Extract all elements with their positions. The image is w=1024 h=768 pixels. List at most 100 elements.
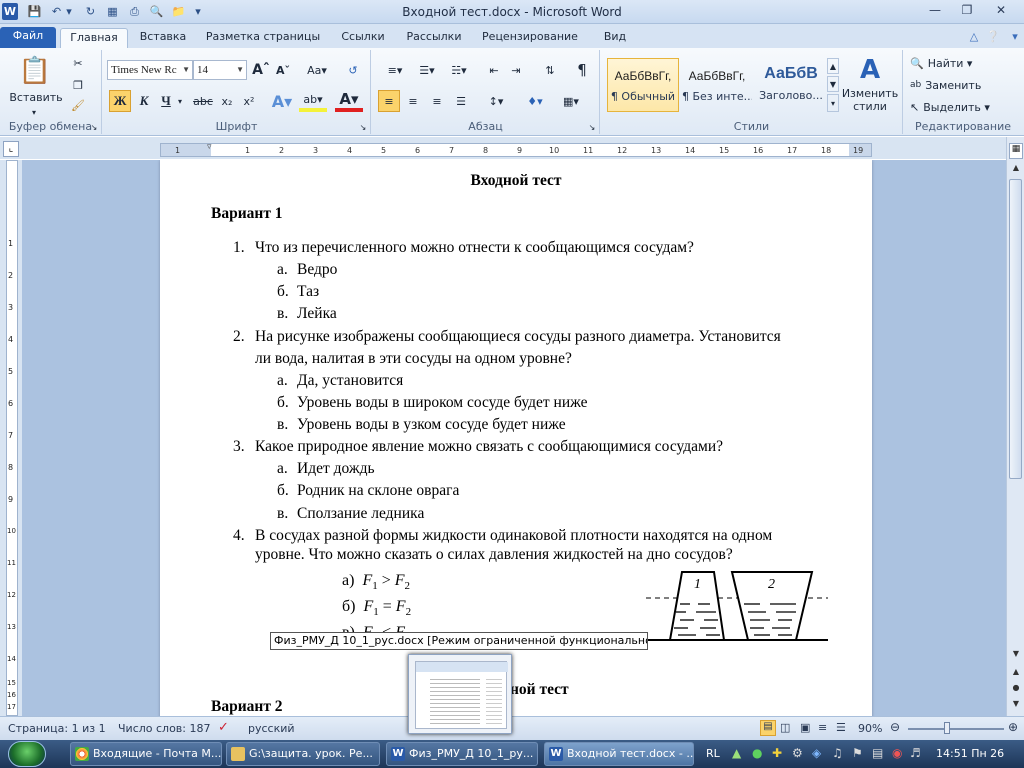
tray-volume-icon[interactable]: ♬ [910, 746, 921, 760]
tab-insert[interactable]: Вставка [134, 28, 192, 48]
tray-bluetooth-icon[interactable]: ◈ [812, 746, 821, 760]
taskbar-item-folder[interactable]: G:\защита. урок. Ре... [226, 742, 380, 766]
show-formatting-icon[interactable]: ¶ [572, 60, 592, 80]
web-layout-icon[interactable]: ▣ [800, 721, 810, 734]
multilevel-list-icon[interactable]: ☵▾ [444, 60, 474, 80]
view-ruler-toggle-icon[interactable]: ▦ [1009, 143, 1023, 159]
close-button[interactable]: ✕ [986, 1, 1016, 20]
language[interactable]: русский [248, 722, 295, 735]
replace-button[interactable]: ab Заменить [910, 76, 1010, 94]
proofing-icon[interactable]: ✓ [218, 720, 229, 735]
tab-references[interactable]: Ссылки [334, 28, 392, 48]
font-name-combo[interactable]: Times New Rc ▼ [107, 60, 193, 80]
ribbon-options-icon[interactable]: ▾ [1008, 28, 1022, 48]
tab-view[interactable]: Вид [594, 28, 636, 48]
clear-formatting-icon[interactable]: ↺ [343, 60, 363, 80]
print-layout-icon[interactable]: ▤ [760, 720, 776, 736]
zoom-in-icon[interactable]: ⊕ [1008, 720, 1018, 734]
outline-icon[interactable]: ≡ [818, 721, 827, 734]
taskbar-item-mail[interactable]: Входящие - Почта M... [70, 742, 222, 766]
tray-messenger-icon[interactable]: ● [752, 746, 762, 760]
full-screen-reading-icon[interactable]: ◫ [780, 721, 790, 734]
sort-icon[interactable]: ⇅ [540, 60, 560, 80]
tab-page-layout[interactable]: Разметка страницы [198, 28, 328, 48]
font-color-icon[interactable]: A▾ [335, 90, 363, 112]
taskbar-item-word-doc-2[interactable]: W Входной тест.docx - ... [544, 742, 694, 766]
find-button[interactable]: 🔍 Найти ▾ [910, 54, 1010, 72]
text-effects-icon[interactable]: A▾ [269, 90, 295, 112]
change-styles-icon[interactable]: A [843, 54, 897, 86]
horizontal-ruler[interactable]: 1 1 2 3 4 5 6 7 8 9 10 11 12 13 14 15 16… [160, 142, 872, 157]
language-indicator[interactable]: RL [706, 747, 720, 760]
change-case-button[interactable]: Aa ▾ [303, 60, 331, 80]
tray-speaker-icon[interactable]: ♫ [832, 746, 843, 760]
bullets-icon[interactable]: ≡▾ [380, 60, 410, 80]
style-heading[interactable]: АаБбВ Заголово... [755, 58, 827, 112]
tray-monitor-icon[interactable]: ▤ [872, 746, 883, 760]
clipboard-launcher-icon[interactable]: ↘ [89, 122, 99, 132]
styles-scroll-down-icon[interactable]: ▼ [827, 76, 839, 92]
word-count[interactable]: Число слов: 187 [118, 722, 211, 735]
tray-usb-icon[interactable]: ⚙ [792, 746, 803, 760]
draft-icon[interactable]: ☰ [836, 721, 846, 734]
justify-icon[interactable]: ☰ [450, 90, 472, 112]
zoom-out-icon[interactable]: ⊖ [890, 720, 900, 734]
start-button[interactable] [8, 741, 46, 767]
window-thumbnail-preview[interactable] [408, 654, 512, 734]
borders-icon[interactable]: ▦▾ [556, 90, 586, 112]
shrink-font-icon[interactable]: Aˇ [273, 60, 293, 80]
taskbar-item-word-doc-1[interactable]: W Физ_РМУ_Д 10_1_ру... [386, 742, 538, 766]
prev-page-icon[interactable]: ▲ [1009, 667, 1023, 681]
tab-selector-icon[interactable]: ⌞ [3, 141, 19, 157]
tray-network-icon[interactable]: ▲ [732, 746, 741, 760]
vertical-scrollbar[interactable]: ▦ ▲ ▼ ▲ ● ▼ [1006, 137, 1024, 716]
font-launcher-icon[interactable]: ↘ [358, 122, 368, 132]
line-spacing-icon[interactable]: ↕▾ [482, 90, 510, 112]
page-count[interactable]: Страница: 1 из 1 [8, 722, 106, 735]
highlight-icon[interactable]: ab▾ [299, 90, 327, 112]
paste-icon[interactable]: 📋 [10, 54, 60, 88]
change-styles-button[interactable]: Изменить стили [841, 86, 899, 114]
tab-mailings[interactable]: Рассылки [400, 28, 468, 48]
styles-more-icon[interactable]: ▾ [827, 94, 839, 112]
next-page-icon[interactable]: ▼ [1009, 699, 1023, 713]
tray-skype-icon[interactable]: ◉ [892, 746, 902, 760]
font-size-combo[interactable]: 14 ▼ [193, 60, 247, 80]
align-left-icon[interactable]: ≡ [378, 90, 400, 112]
superscript-button[interactable]: x² [239, 90, 259, 112]
tab-review[interactable]: Рецензирование [474, 28, 586, 48]
copy-icon[interactable]: ❐ [68, 76, 88, 94]
paste-button[interactable]: Вставить [6, 90, 66, 104]
underline-button[interactable]: Ч [157, 90, 175, 112]
align-center-icon[interactable]: ≡ [402, 90, 424, 112]
align-right-icon[interactable]: ≡ [426, 90, 448, 112]
italic-button[interactable]: К [133, 90, 155, 112]
tray-flag-icon[interactable]: ⚑ [852, 746, 863, 760]
scroll-up-icon[interactable]: ▲ [1009, 163, 1023, 177]
subscript-button[interactable]: x₂ [217, 90, 237, 112]
select-button[interactable]: ↖ Выделить ▾ [910, 98, 1010, 116]
help-icon[interactable]: ❔ [984, 28, 1002, 48]
paste-dropdown-icon[interactable]: ▾ [24, 106, 44, 118]
style-normal[interactable]: АаБбВвГг, ¶ Обычный [607, 58, 679, 112]
tray-antivirus-icon[interactable]: ✚ [772, 746, 782, 760]
cut-icon[interactable]: ✂ [68, 54, 88, 72]
tab-file[interactable]: Файл [0, 27, 56, 48]
strikethrough-button[interactable]: abc [191, 90, 215, 112]
paragraph-launcher-icon[interactable]: ↘ [587, 122, 597, 132]
browse-object-icon[interactable]: ● [1009, 683, 1023, 697]
shading-icon[interactable]: ♦▾ [520, 90, 550, 112]
vertical-ruler[interactable]: 1 2 3 4 5 6 7 8 9 10 11 12 13 14 15 16 1… [0, 160, 22, 716]
increase-indent-icon[interactable]: ⇥ [506, 60, 526, 80]
minimize-ribbon-icon[interactable]: △ [966, 28, 982, 48]
decrease-indent-icon[interactable]: ⇤ [484, 60, 504, 80]
styles-scroll-up-icon[interactable]: ▲ [827, 58, 839, 74]
zoom-level[interactable]: 90% [858, 722, 882, 735]
numbering-icon[interactable]: ☰▾ [412, 60, 442, 80]
zoom-slider[interactable] [908, 728, 1004, 730]
format-painter-icon[interactable]: 🖌 [68, 96, 88, 114]
style-no-spacing[interactable]: АаБбВвГг, ¶ Без инте... [681, 58, 753, 112]
scroll-thumb[interactable] [1009, 179, 1022, 479]
zoom-slider-handle[interactable] [944, 722, 950, 734]
bold-button[interactable]: Ж [109, 90, 131, 112]
